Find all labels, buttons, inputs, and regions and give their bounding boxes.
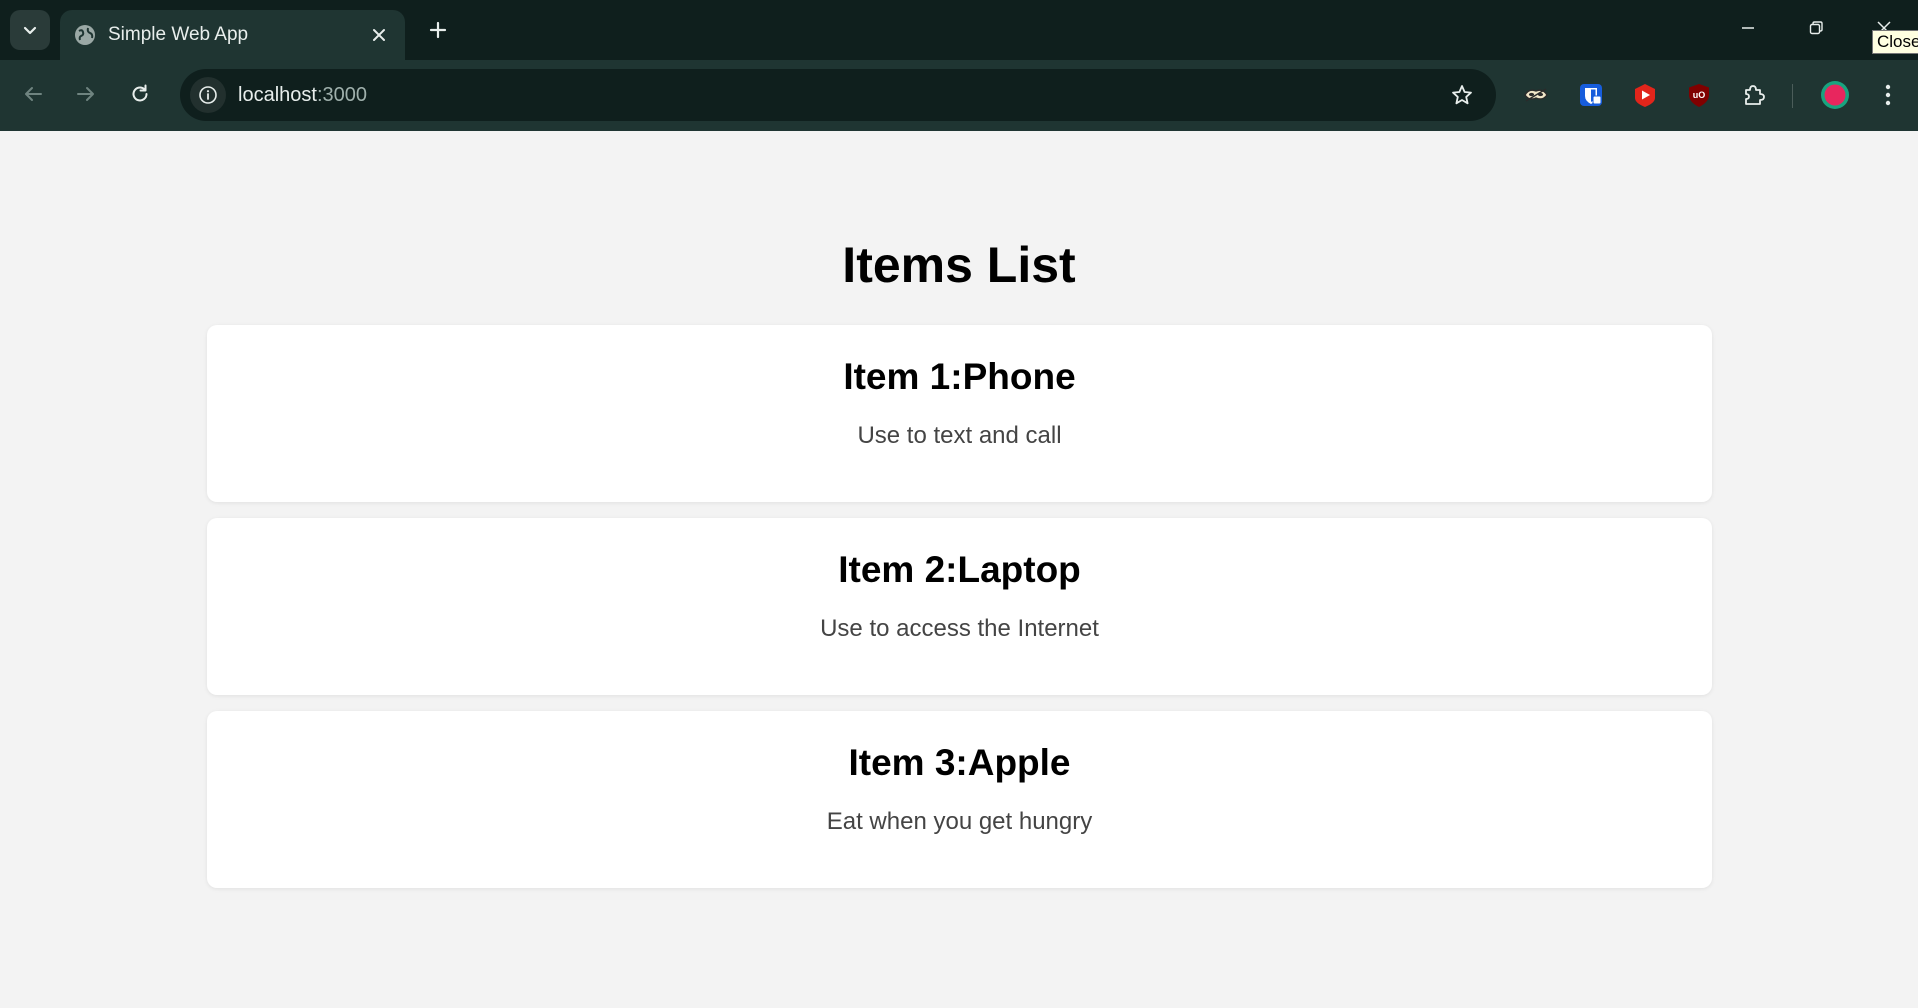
svg-text:uO: uO xyxy=(1693,90,1706,100)
close-icon[interactable] xyxy=(363,19,395,51)
star-icon xyxy=(1452,85,1472,105)
youtube-icon[interactable] xyxy=(1628,78,1662,112)
item-description: Eat when you get hungry xyxy=(826,808,1093,835)
toolbar-divider xyxy=(1792,84,1793,108)
forward-button[interactable] xyxy=(66,74,106,114)
url-port: :3000 xyxy=(316,83,367,106)
reload-button[interactable] xyxy=(120,74,160,114)
tab-strip: Simple Web App Close xyxy=(0,0,1918,60)
site-info-button[interactable] xyxy=(190,77,226,113)
item-description: Use to access the Internet xyxy=(820,615,1099,642)
kebab-menu-icon xyxy=(1885,84,1891,106)
minimize-button[interactable] xyxy=(1720,8,1776,48)
item-card: Item 3:Apple Eat when you get hungry xyxy=(207,711,1712,888)
bookmark-button[interactable] xyxy=(1442,75,1482,115)
profile-avatar-icon[interactable] xyxy=(1817,77,1853,113)
item-title: Item 2:Laptop xyxy=(838,549,1081,590)
address-bar[interactable]: localhost:3000 xyxy=(180,69,1496,121)
puzzle-icon[interactable] xyxy=(1737,78,1771,112)
browser-toolbar: localhost:3000 uO xyxy=(0,60,1918,131)
plus-icon xyxy=(429,21,447,39)
arrow-left-icon xyxy=(25,87,42,101)
new-tab-button[interactable] xyxy=(420,12,456,48)
restore-button[interactable] xyxy=(1788,8,1844,48)
minimize-icon xyxy=(1742,27,1754,29)
url-text[interactable]: localhost:3000 xyxy=(238,84,1442,107)
globe-icon xyxy=(74,24,96,46)
close-tooltip: Close xyxy=(1872,30,1918,54)
tab-search-button[interactable] xyxy=(10,10,50,50)
item-card: Item 2:Laptop Use to access the Internet xyxy=(207,518,1712,695)
url-host: localhost xyxy=(238,83,317,106)
ublock-icon[interactable]: uO xyxy=(1682,78,1716,112)
page-content: Items List Item 1:Phone Use to text and … xyxy=(0,131,1918,1008)
chevron-down-icon xyxy=(23,26,37,35)
bitwarden-icon[interactable] xyxy=(1574,78,1608,112)
reload-icon xyxy=(132,84,148,102)
page-title: Items List xyxy=(842,237,1076,293)
tab-title: Simple Web App xyxy=(108,24,249,45)
item-title: Item 3:Apple xyxy=(848,742,1071,783)
back-button[interactable] xyxy=(13,74,53,114)
tab-active[interactable]: Simple Web App xyxy=(60,10,405,60)
mask-extension-icon[interactable] xyxy=(1519,78,1553,112)
item-title: Item 1:Phone xyxy=(843,356,1076,397)
item-card: Item 1:Phone Use to text and call xyxy=(207,325,1712,502)
item-description: Use to text and call xyxy=(857,422,1062,449)
info-icon xyxy=(199,86,217,104)
arrow-right-icon xyxy=(77,87,94,101)
kebab-menu-button[interactable] xyxy=(1870,77,1906,113)
restore-icon xyxy=(1809,21,1823,35)
